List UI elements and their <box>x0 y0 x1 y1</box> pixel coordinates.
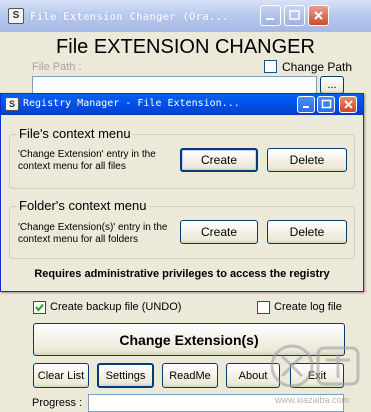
file-delete-button[interactable]: Delete <box>267 148 347 172</box>
file-context-group-title: File's context menu <box>17 126 133 141</box>
folder-create-button[interactable]: Create <box>180 220 258 244</box>
maximize-button[interactable] <box>284 5 305 26</box>
registry-minimize-button[interactable] <box>297 96 315 113</box>
registry-maximize-button[interactable] <box>317 96 335 113</box>
create-backup-checkbox[interactable] <box>33 301 46 314</box>
create-backup-label: Create backup file (UNDO) <box>50 301 182 313</box>
registry-titlebar[interactable]: S Registry Manager - File Extension... <box>1 94 363 115</box>
checkmark-icon <box>35 303 44 312</box>
clear-list-button[interactable]: Clear List <box>33 363 89 388</box>
change-path-label: Change Path <box>282 60 353 74</box>
readme-button[interactable]: ReadMe <box>162 363 218 388</box>
close-icon <box>343 100 353 109</box>
minimize-icon <box>266 18 274 20</box>
watermark: www.xiazaiba.com <box>258 338 366 408</box>
file-path-input[interactable] <box>32 76 317 94</box>
app-icon: S <box>5 97 19 111</box>
maximize-icon <box>321 99 331 109</box>
app-heading: File EXTENSION CHANGER <box>56 36 315 58</box>
progress-label: Progress : <box>32 397 83 409</box>
registry-window-title: Registry Manager - File Extension... <box>23 98 240 109</box>
folder-context-group-title: Folder's context menu <box>17 198 149 213</box>
file-path-label: File Path : <box>32 61 82 73</box>
registry-close-button[interactable] <box>339 96 357 113</box>
change-path-checkbox[interactable] <box>264 60 277 73</box>
minimize-icon <box>302 106 309 108</box>
maximize-icon <box>289 10 300 20</box>
create-log-checkbox[interactable] <box>257 301 270 314</box>
registry-manager-window: S Registry Manager - File Extension... F… <box>0 93 364 292</box>
app-icon: S <box>8 8 24 24</box>
watermark-url: www.xiazaiba.com <box>274 395 350 405</box>
close-icon <box>314 11 323 20</box>
settings-button[interactable]: Settings <box>97 363 154 388</box>
watermark-logo-icon <box>270 344 360 388</box>
main-titlebar[interactable]: S File Extension Changer (Ora... <box>0 0 371 32</box>
create-log-label: Create log file <box>274 301 342 313</box>
folder-delete-button[interactable]: Delete <box>267 220 347 244</box>
folder-context-description: 'Change Extension(s)' entry in the conte… <box>18 222 168 245</box>
admin-privileges-note: Requires administrative privileges to ac… <box>34 268 330 280</box>
browse-button[interactable]: ... <box>320 76 344 94</box>
main-window-title: File Extension Changer (Ora... <box>30 10 229 23</box>
close-button[interactable] <box>308 5 329 26</box>
file-context-description: 'Change Extension' entry in the context … <box>18 149 156 172</box>
minimize-button[interactable] <box>260 5 281 26</box>
file-create-button[interactable]: Create <box>180 148 258 172</box>
